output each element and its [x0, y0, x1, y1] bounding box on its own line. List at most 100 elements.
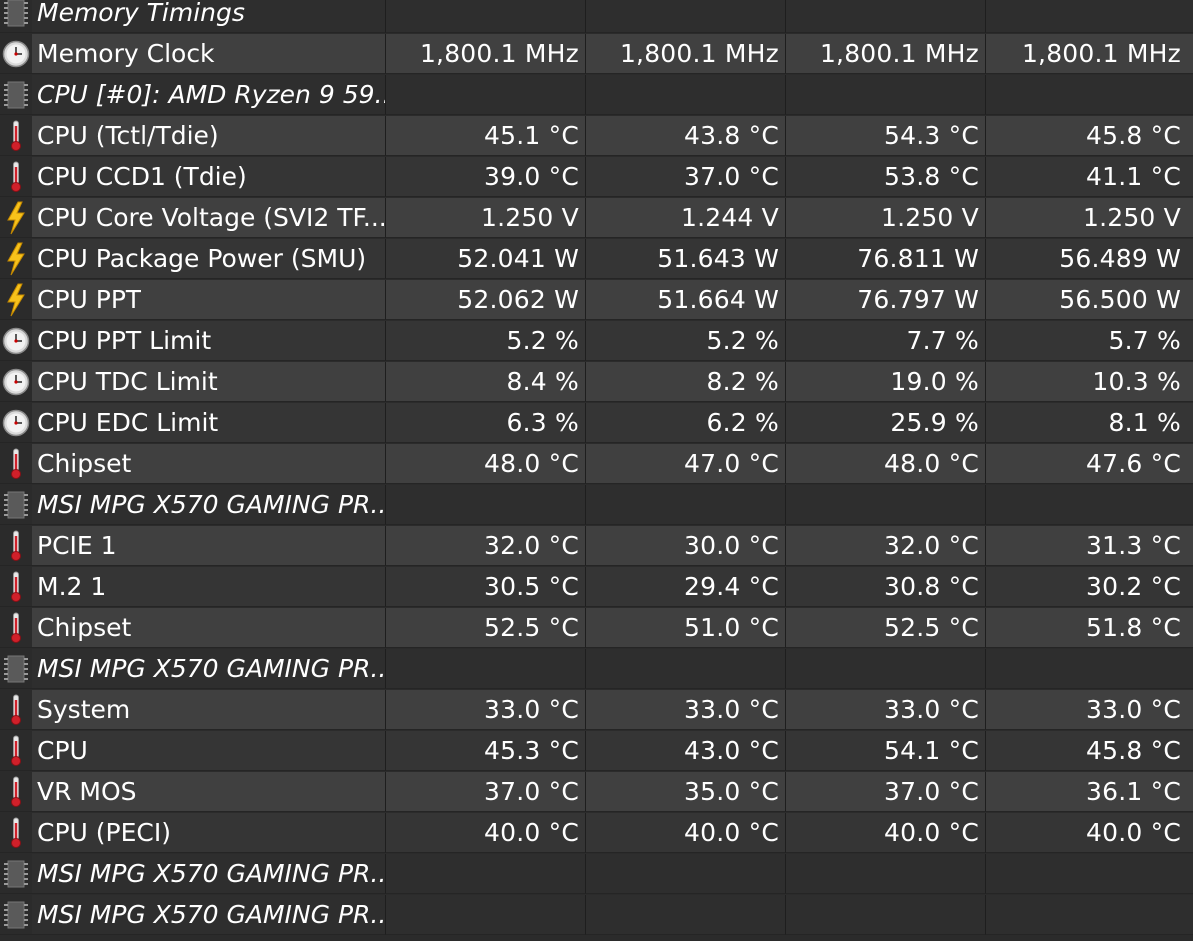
current-value-cell: 5.2 %: [386, 321, 586, 361]
average-value: 56.500 W: [1059, 285, 1181, 314]
current-value-cell: 8.4 %: [386, 362, 586, 402]
average-value-cell: [986, 649, 1193, 689]
minimum-value-cell: 6.2 %: [586, 403, 786, 443]
sensor-label: System: [37, 695, 131, 724]
minimum-value-cell: 51.664 W: [586, 280, 786, 320]
maximum-value-cell: 37.0 °C: [786, 772, 986, 812]
current-value: 52.062 W: [457, 285, 579, 314]
sensor-row[interactable]: CPU PPT 52.062 W 51.664 W 76.797 W 56.500 W: [0, 280, 1193, 321]
thermometer-icon: [0, 116, 32, 155]
average-value: 33.0 °C: [1086, 695, 1181, 724]
sensor-row[interactable]: CPU TDC Limit 8.4 % 8.2 % 19.0 % 10.3 %: [0, 362, 1193, 403]
sensor-row[interactable]: CPU Core Voltage (SVI2 TF... 1.250 V 1.244…: [0, 198, 1193, 239]
sensor-label: CPU Core Voltage (SVI2 TF...: [37, 203, 385, 232]
sensor-label: PCIE 1: [37, 531, 117, 560]
average-value-cell: 45.8 °C: [986, 731, 1193, 771]
sensor-group-row[interactable]: MSI MPG X570 GAMING PR...: [0, 485, 1193, 526]
sensor-name-cell: CPU TDC Limit: [0, 362, 386, 402]
sensor-label: CPU (PECI): [37, 818, 171, 847]
maximum-value: 1,800.1 MHz: [819, 39, 979, 68]
sensor-row[interactable]: CPU 45.3 °C 43.0 °C 54.1 °C 45.8 °C: [0, 731, 1193, 772]
sensor-label: M.2 1: [37, 572, 107, 601]
sensor-row[interactable]: Chipset 52.5 °C 51.0 °C 52.5 °C 51.8 °C: [0, 608, 1193, 649]
sensor-label: Memory Clock: [37, 39, 215, 68]
minimum-value: 35.0 °C: [684, 777, 779, 806]
current-value-cell: 1,800.1 MHz: [386, 34, 586, 74]
maximum-value-cell: [786, 649, 986, 689]
current-value: 33.0 °C: [484, 695, 579, 724]
sensor-label: MSI MPG X570 GAMING PR...: [37, 654, 385, 683]
minimum-value: 51.664 W: [657, 285, 779, 314]
minimum-value-cell: 47.0 °C: [586, 444, 786, 484]
current-value-cell: 1.250 V: [386, 198, 586, 238]
maximum-value-cell: [786, 485, 986, 525]
sensor-group-row[interactable]: MSI MPG X570 GAMING PR...: [0, 854, 1193, 895]
sensor-row[interactable]: Chipset 48.0 °C 47.0 °C 48.0 °C 47.6 °C: [0, 444, 1193, 485]
clock-icon: [0, 321, 32, 360]
minimum-value: 51.643 W: [657, 244, 779, 273]
sensor-row[interactable]: CPU EDC Limit 6.3 % 6.2 % 25.9 % 8.1 %: [0, 403, 1193, 444]
minimum-value-cell: 29.4 °C: [586, 567, 786, 607]
minimum-value: 1.244 V: [680, 203, 779, 232]
maximum-value: 33.0 °C: [884, 695, 979, 724]
sensor-row[interactable]: VR MOS 37.0 °C 35.0 °C 37.0 °C 36.1 °C: [0, 772, 1193, 813]
average-value-cell: [986, 0, 1193, 33]
average-value-cell: [986, 895, 1193, 935]
sensor-row[interactable]: CPU Package Power (SMU) 52.041 W 51.643 W 7…: [0, 239, 1193, 280]
chip-icon: [0, 649, 32, 688]
average-value-cell: [986, 485, 1193, 525]
current-value-cell: 40.0 °C: [386, 813, 586, 853]
thermometer-icon: [0, 608, 32, 647]
chip-icon: [0, 75, 32, 114]
maximum-value-cell: 40.0 °C: [786, 813, 986, 853]
sensor-row[interactable]: CPU (PECI) 40.0 °C 40.0 °C 40.0 °C 40.0 °C: [0, 813, 1193, 854]
sensor-group-row[interactable]: MSI MPG X570 GAMING PR...: [0, 649, 1193, 690]
average-value-cell: [986, 75, 1193, 115]
minimum-value: 29.4 °C: [684, 572, 779, 601]
sensor-label: MSI MPG X570 GAMING PR...: [37, 490, 385, 519]
minimum-value-cell: [586, 895, 786, 935]
minimum-value-cell: 51.0 °C: [586, 608, 786, 648]
current-value-cell: 39.0 °C: [386, 157, 586, 197]
sensor-label: CPU CCD1 (Tdie): [37, 162, 247, 191]
sensor-row[interactable]: CPU CCD1 (Tdie) 39.0 °C 37.0 °C 53.8 °C 41.1…: [0, 157, 1193, 198]
current-value-cell: 52.5 °C: [386, 608, 586, 648]
average-value-cell: 33.0 °C: [986, 690, 1193, 730]
minimum-value: 37.0 °C: [684, 162, 779, 191]
sensor-label: CPU PPT Limit: [37, 326, 212, 355]
average-value-cell: 31.3 °C: [986, 526, 1193, 566]
sensor-row[interactable]: Memory Clock 1,800.1 MHz 1,800.1 MHz 1,800.…: [0, 34, 1193, 75]
maximum-value: 19.0 %: [890, 367, 979, 396]
average-value-cell: 51.8 °C: [986, 608, 1193, 648]
sensor-row[interactable]: PCIE 1 32.0 °C 30.0 °C 32.0 °C 31.3 °C: [0, 526, 1193, 567]
sensor-row[interactable]: CPU (Tctl/Tdie) 45.1 °C 43.8 °C 54.3 °C 45.8…: [0, 116, 1193, 157]
sensor-row[interactable]: System 33.0 °C 33.0 °C 33.0 °C 33.0 °C: [0, 690, 1193, 731]
sensor-name-cell: VR MOS: [0, 772, 386, 812]
minimum-value-cell: 37.0 °C: [586, 157, 786, 197]
maximum-value-cell: [786, 895, 986, 935]
average-value-cell: 1,800.1 MHz: [986, 34, 1193, 74]
minimum-value-cell: [586, 485, 786, 525]
maximum-value: 76.811 W: [857, 244, 979, 273]
average-value: 41.1 °C: [1086, 162, 1181, 191]
sensor-row[interactable]: CPU PPT Limit 5.2 % 5.2 % 7.7 % 5.7 %: [0, 321, 1193, 362]
maximum-value: 76.797 W: [857, 285, 979, 314]
minimum-value-cell: 1.244 V: [586, 198, 786, 238]
average-value: 36.1 °C: [1086, 777, 1181, 806]
sensor-name-cell: CPU (Tctl/Tdie): [0, 116, 386, 156]
current-value-cell: [386, 854, 586, 894]
sensor-name-cell: CPU [#0]: AMD Ryzen 9 59...: [0, 75, 386, 115]
maximum-value: 30.8 °C: [884, 572, 979, 601]
average-value: 47.6 °C: [1086, 449, 1181, 478]
sensor-label: CPU: [37, 736, 88, 765]
sensor-group-row[interactable]: CPU [#0]: AMD Ryzen 9 59...: [0, 75, 1193, 116]
sensor-group-row[interactable]: MSI MPG X570 GAMING PR...: [0, 895, 1193, 936]
sensor-row[interactable]: M.2 1 30.5 °C 29.4 °C 30.8 °C 30.2 °C: [0, 567, 1193, 608]
maximum-value: 54.1 °C: [884, 736, 979, 765]
sensor-name-cell: MSI MPG X570 GAMING PR...: [0, 854, 386, 894]
sensor-group-row[interactable]: Memory Timings: [0, 0, 1193, 34]
average-value: 51.8 °C: [1086, 613, 1181, 642]
sensor-table: Memory Timings Memory Clock 1,800.1 MHz 1,8…: [0, 0, 1193, 941]
minimum-value-cell: 43.8 °C: [586, 116, 786, 156]
maximum-value-cell: 52.5 °C: [786, 608, 986, 648]
